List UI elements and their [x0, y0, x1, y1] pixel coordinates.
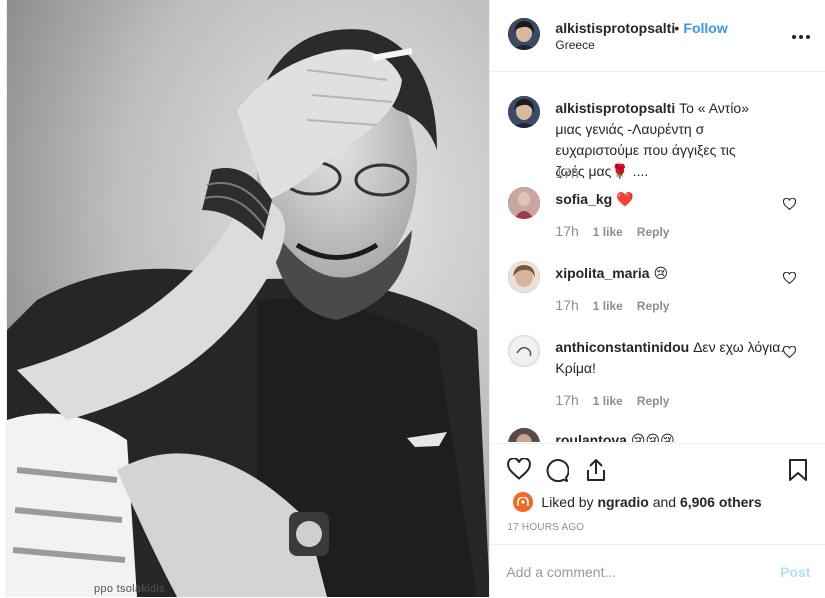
more-options-icon[interactable] [792, 26, 811, 42]
post-header: alkistisprotopsalti • Follow Greece [490, 0, 825, 72]
likes-others[interactable]: 6,906 others [680, 494, 762, 510]
post-photo[interactable]: ppo tsolakidis [7, 0, 490, 597]
comment-username[interactable]: xipolita_maria [555, 265, 649, 281]
author-avatar[interactable] [508, 18, 541, 50]
commenter-avatar[interactable] [508, 187, 541, 219]
heart-icon[interactable] [507, 457, 532, 483]
comment-meta: 17h 1 like Reply [555, 297, 669, 313]
likes-user[interactable]: ngradio [597, 494, 648, 510]
comment-icon[interactable] [545, 458, 570, 485]
reply-button[interactable]: Reply [637, 225, 670, 239]
add-comment-bar: Post [490, 544, 825, 598]
comment-username[interactable]: sofia_kg [555, 191, 612, 207]
bookmark-icon[interactable] [788, 458, 808, 485]
man-photo-illustration [7, 0, 490, 597]
comment-meta: 17h 1 like Reply [555, 392, 669, 408]
commenter-avatar[interactable] [508, 335, 541, 367]
comment-text-block: anthiconstantinidou Δεν εχω λόγια. Κρίμα… [555, 337, 785, 379]
follow-button[interactable]: Follow [683, 20, 727, 36]
comment-meta: 17h 1 like Reply [555, 223, 669, 239]
likes-middle: and [652, 494, 677, 510]
caption-time[interactable]: 17h [555, 165, 578, 181]
share-icon[interactable] [585, 458, 607, 485]
comment-time[interactable]: 17h [555, 223, 578, 239]
author-username[interactable]: alkistisprotopsalti [555, 20, 675, 36]
separator-dot: • [674, 20, 680, 36]
post-actions: Liked by ngradio and 6,906 others 17 HOU… [490, 443, 825, 597]
likes-summary: Liked by ngradio and 6,906 others [513, 492, 762, 512]
likes-prefix: Liked by [541, 494, 594, 510]
comment-text-block: roulantova 😢😢😢 [555, 430, 785, 442]
reply-button[interactable]: Reply [637, 299, 670, 313]
caption-meta: 17h [555, 165, 592, 181]
comment-likes[interactable]: 1 like [593, 225, 623, 239]
comment-input[interactable] [506, 561, 757, 583]
commenter-avatar[interactable] [508, 261, 541, 293]
commenter-avatar[interactable] [508, 428, 541, 442]
like-comment-heart-icon[interactable] [783, 197, 797, 213]
comment-text: 😢 [653, 265, 669, 281]
comment-text: ❤️ [616, 191, 634, 207]
caption-avatar[interactable] [508, 96, 541, 128]
post-comment-button[interactable]: Post [780, 564, 810, 580]
comment-time[interactable]: 17h [555, 392, 578, 408]
comment-username[interactable]: roulantova [555, 432, 627, 442]
likes-text: Liked by ngradio and 6,906 others [541, 494, 761, 510]
liker-avatar-icon[interactable] [513, 492, 534, 512]
comment-text-block: xipolita_maria 😢 [555, 263, 785, 284]
comments-list[interactable]: alkistisprotopsalti Το « Αντίο» μιας γεν… [490, 73, 825, 442]
comment-time[interactable]: 17h [555, 297, 578, 313]
post-sidebar: alkistisprotopsalti • Follow Greece alki… [489, 0, 825, 597]
comment-username[interactable]: anthiconstantinidou [555, 339, 689, 355]
instagram-post: ppo tsolakidis alkistisprotopsalti • Fol… [6, 0, 825, 597]
caption-username[interactable]: alkistisprotopsalti [555, 100, 675, 116]
post-timestamp[interactable]: 17 HOURS AGO [507, 522, 584, 533]
comment-likes[interactable]: 1 like [593, 394, 623, 408]
like-comment-heart-icon[interactable] [783, 345, 797, 361]
comment-text-block: sofia_kg ❤️ [555, 189, 785, 210]
reply-button[interactable]: Reply [637, 394, 670, 408]
photo-watermark: ppo tsolakidis [94, 583, 165, 595]
comment-likes[interactable]: 1 like [593, 299, 623, 313]
post-location[interactable]: Greece [555, 38, 594, 52]
like-comment-heart-icon[interactable] [783, 271, 797, 287]
comment-text: 😢😢😢 [630, 432, 675, 442]
